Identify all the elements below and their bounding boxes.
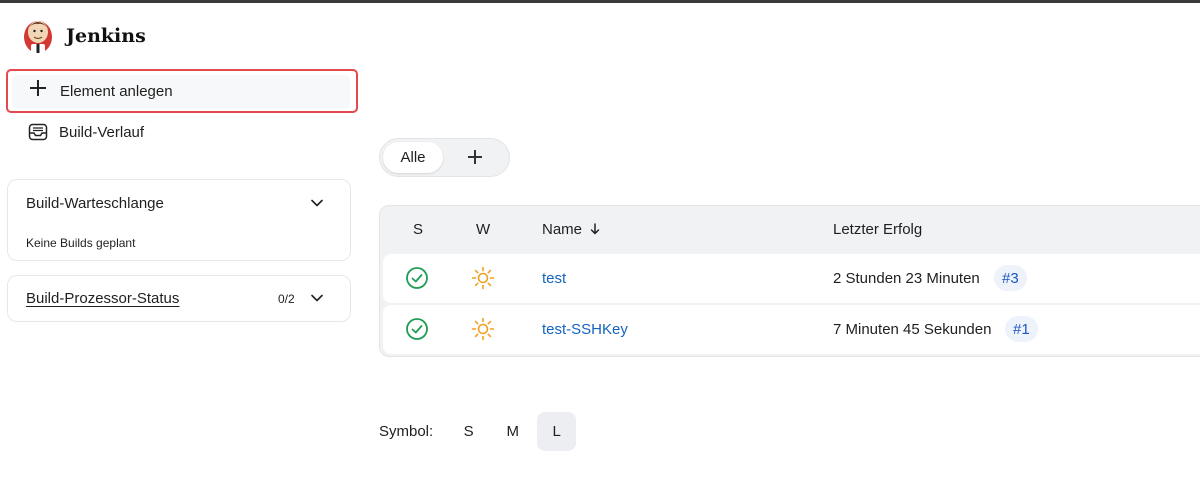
chevron-down-icon[interactable] (311, 199, 323, 207)
projects-table: S W Name Letzter Erfolg test 2 Stunden 2… (379, 205, 1200, 357)
brand-name[interactable]: Jenkins (66, 25, 146, 47)
executors-title-link[interactable]: Build-Prozessor-Status (26, 290, 179, 307)
icon-size-l[interactable]: L (537, 412, 577, 451)
build-queue-pane: Build-Warteschlange Keine Builds geplant (7, 179, 351, 261)
plus-icon (30, 80, 46, 96)
build-queue-title[interactable]: Build-Warteschlange (26, 195, 164, 212)
executors-pane: Build-Prozessor-Status 0/2 (7, 275, 351, 322)
name-column-label: Name (542, 221, 583, 238)
status-column-header[interactable]: S (413, 221, 423, 238)
view-tabs: Alle (379, 138, 510, 177)
sunny-icon[interactable] (471, 266, 495, 290)
build-number-link[interactable]: #3 (994, 265, 1027, 291)
plus-icon[interactable] (468, 150, 482, 164)
new-item-task[interactable]: Element anlegen (6, 69, 358, 113)
icon-size-label: Symbol: (379, 423, 434, 440)
weather-column-header[interactable]: W (476, 221, 490, 238)
sunny-icon[interactable] (471, 317, 495, 341)
tab-all[interactable]: Alle (383, 142, 443, 173)
chevron-down-icon[interactable] (311, 294, 323, 302)
last-success-text: 2 Stunden 23 Minuten (833, 270, 980, 287)
job-link[interactable]: test-SSHKey (542, 321, 628, 338)
name-column-header[interactable]: Name (542, 221, 600, 238)
icon-size-s[interactable]: S (449, 412, 488, 451)
build-queue-empty-text: Keine Builds geplant (26, 236, 136, 250)
inbox-history-icon (28, 123, 48, 141)
success-check-icon[interactable] (405, 317, 429, 341)
icon-size-m[interactable]: M (493, 412, 532, 451)
jenkins-butler-icon (24, 21, 52, 53)
executors-count: 0/2 (278, 292, 295, 306)
build-history-label: Build-Verlauf (59, 123, 145, 141)
new-item-label: Element anlegen (60, 83, 173, 100)
arrow-down-icon (590, 223, 600, 235)
icon-size-selector: Symbol: S M L (379, 412, 581, 451)
build-number-link[interactable]: #1 (1005, 316, 1038, 342)
table-header: S W Name Letzter Erfolg (380, 206, 1200, 252)
last-success-text: 7 Minuten 45 Sekunden (833, 321, 992, 338)
build-history-task[interactable]: Build-Verlauf (28, 122, 144, 142)
job-link[interactable]: test (542, 270, 566, 287)
jenkins-logo[interactable] (22, 15, 56, 55)
table-row: test 2 Stunden 23 Minuten #3 (383, 254, 1200, 303)
top-border (0, 0, 1200, 3)
last-success-column-header[interactable]: Letzter Erfolg (833, 221, 922, 238)
success-check-icon[interactable] (405, 266, 429, 290)
table-row: test-SSHKey 7 Minuten 45 Sekunden #1 (383, 305, 1200, 354)
